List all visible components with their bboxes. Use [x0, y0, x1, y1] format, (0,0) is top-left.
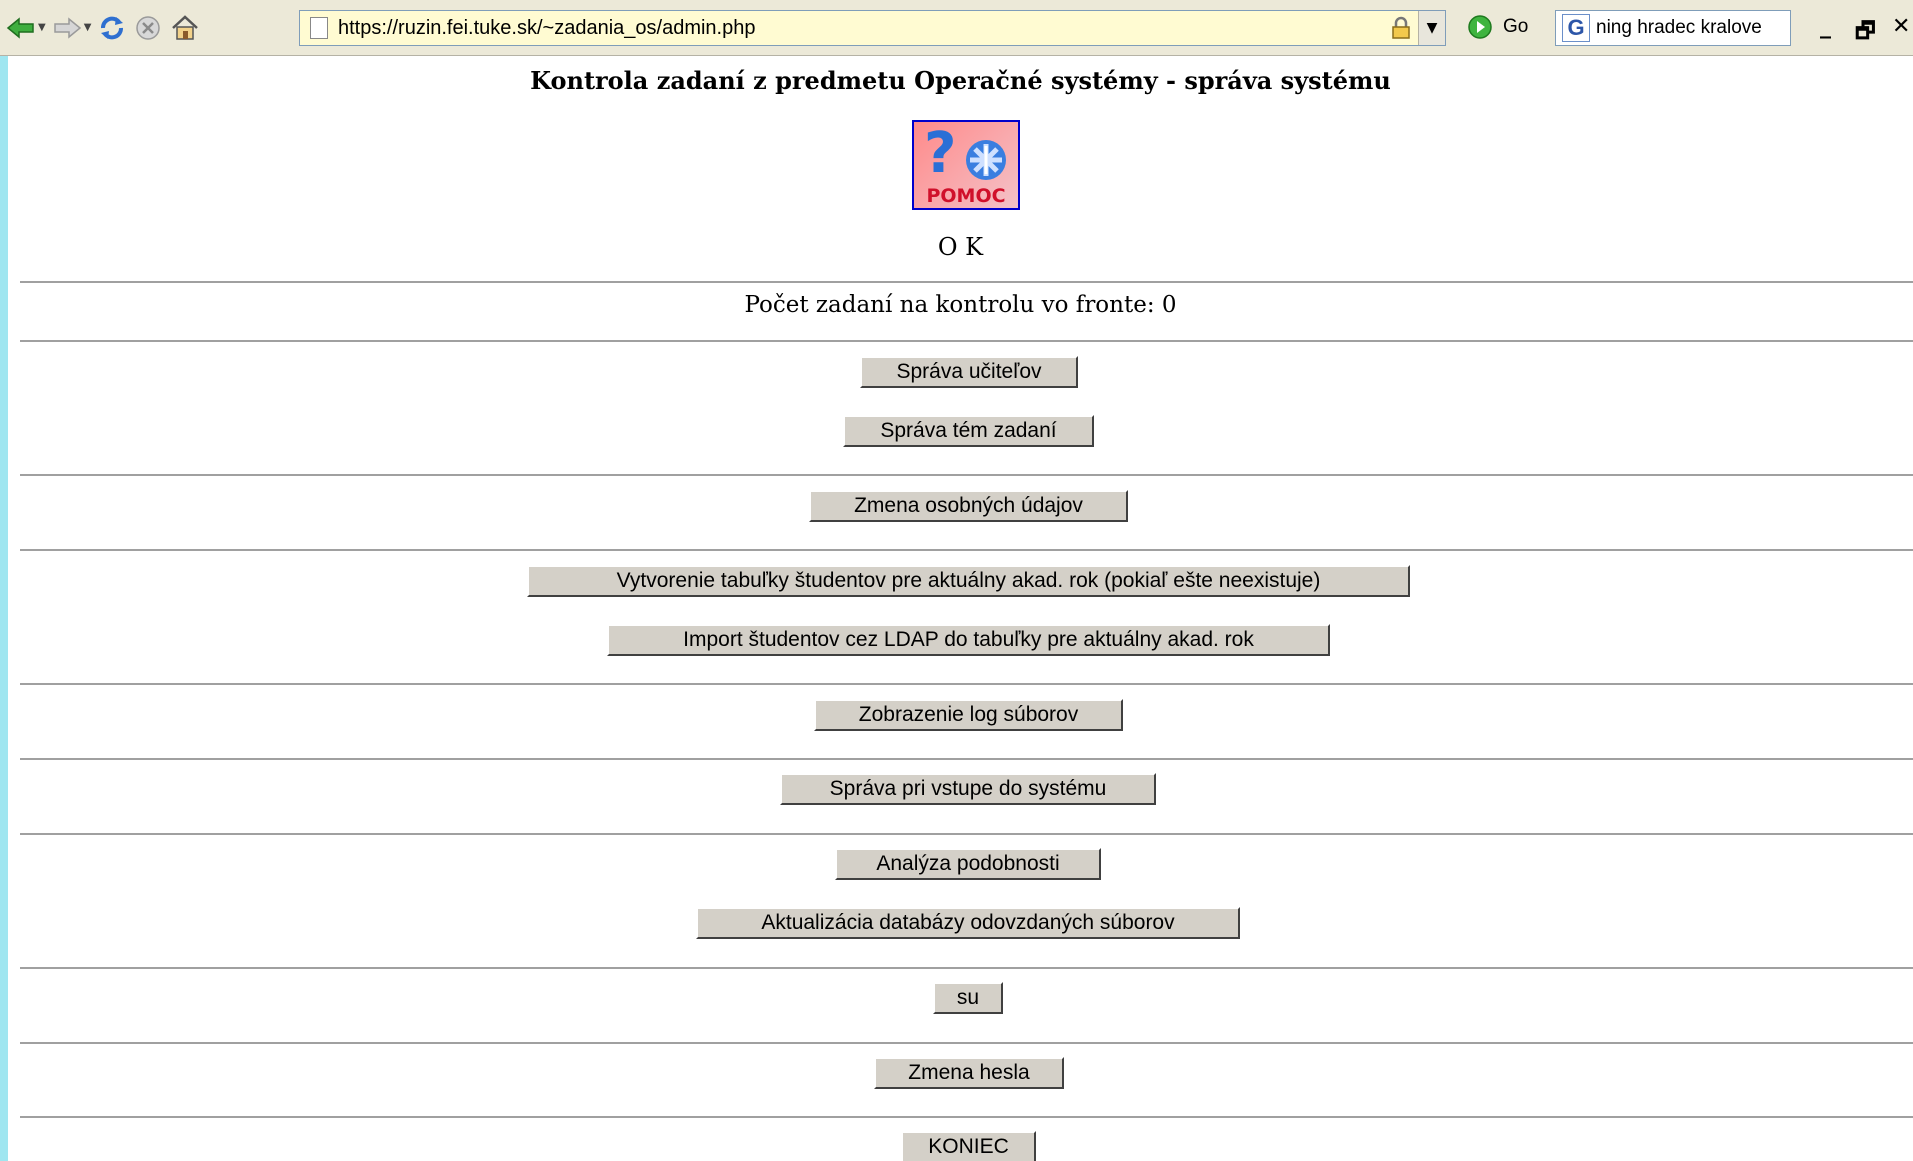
- separator: [20, 340, 1913, 342]
- page-title: Kontrola zadaní z predmetu Operačné syst…: [530, 66, 1391, 95]
- ldap-import-button[interactable]: Import študentov cez LDAP do tabuľky pre…: [607, 624, 1330, 656]
- su-button[interactable]: su: [933, 982, 1003, 1014]
- separator: [20, 967, 1913, 969]
- forward-arrow-icon: [53, 16, 81, 39]
- personal-data-button[interactable]: Zmena osobných údajov: [809, 490, 1128, 522]
- svg-text:?: ?: [924, 122, 956, 186]
- back-button[interactable]: ▼: [6, 8, 46, 48]
- address-bar[interactable]: https://ruzin.fei.tuke.sk/~zadania_os/ad…: [299, 10, 1446, 46]
- separator: [20, 683, 1913, 685]
- forward-dropdown-icon[interactable]: ▼: [84, 22, 92, 33]
- separator: [20, 758, 1913, 760]
- close-icon[interactable]: ✕: [1892, 14, 1910, 39]
- back-arrow-icon: [6, 16, 34, 39]
- address-dropdown-icon[interactable]: ▼: [1418, 11, 1445, 45]
- topics-button[interactable]: Správa tém zadaní: [843, 415, 1094, 447]
- search-box[interactable]: G ning hradec kralove: [1555, 10, 1791, 46]
- address-url[interactable]: https://ruzin.fei.tuke.sk/~zadania_os/ad…: [338, 17, 1390, 40]
- help-image[interactable]: ? POMOC: [912, 120, 1020, 210]
- separator: [20, 549, 1913, 551]
- home-icon: [172, 14, 199, 40]
- help-image-text: POMOC: [926, 185, 1005, 207]
- browser-toolbar: ▼ ▼ https://ruzin.fei.tuke.sk/~zadania_o…: [0, 0, 1913, 56]
- stop-icon: [136, 15, 161, 40]
- separator: [20, 281, 1913, 283]
- status-text: O K: [937, 233, 984, 261]
- google-icon[interactable]: G: [1562, 14, 1590, 42]
- back-dropdown-icon[interactable]: ▼: [38, 22, 46, 33]
- log-files-button[interactable]: Zobrazenie log súborov: [814, 699, 1123, 731]
- go-icon: [1468, 15, 1492, 39]
- teachers-button[interactable]: Správa učiteľov: [860, 356, 1078, 388]
- home-button[interactable]: [169, 8, 201, 48]
- create-student-table-button[interactable]: Vytvorenie tabuľky študentov pre aktuáln…: [527, 565, 1410, 597]
- page-content: Kontrola zadaní z predmetu Operačné syst…: [8, 56, 1913, 1161]
- separator: [20, 474, 1913, 476]
- minimize-icon[interactable]: _: [1820, 14, 1831, 39]
- lock-icon[interactable]: [1390, 16, 1412, 40]
- logout-button[interactable]: KONIEC: [901, 1131, 1036, 1161]
- stop-button[interactable]: [133, 8, 163, 48]
- help-icon: ? POMOC: [924, 121, 1006, 207]
- reload-icon: [101, 16, 124, 39]
- forward-button[interactable]: ▼: [52, 8, 92, 48]
- restore-icon[interactable]: 🗗: [1855, 14, 1876, 52]
- database-update-button[interactable]: Aktualizácia databázy odovzdaných súboro…: [696, 907, 1240, 939]
- change-password-button[interactable]: Zmena hesla: [874, 1057, 1064, 1089]
- search-value[interactable]: ning hradec kralove: [1596, 17, 1762, 39]
- go-label: Go: [1503, 16, 1529, 37]
- page-icon: [310, 17, 328, 39]
- similarity-analysis-button[interactable]: Analýza podobnosti: [835, 848, 1101, 880]
- queue-count: Počet zadaní na kontrolu vo fronte: 0: [744, 292, 1177, 318]
- go-button[interactable]: Go: [1467, 14, 1528, 40]
- separator: [20, 1116, 1913, 1118]
- reload-button[interactable]: [97, 8, 127, 48]
- separator: [20, 1042, 1913, 1044]
- separator: [20, 833, 1913, 835]
- login-message-button[interactable]: Správa pri vstupe do systému: [780, 773, 1156, 805]
